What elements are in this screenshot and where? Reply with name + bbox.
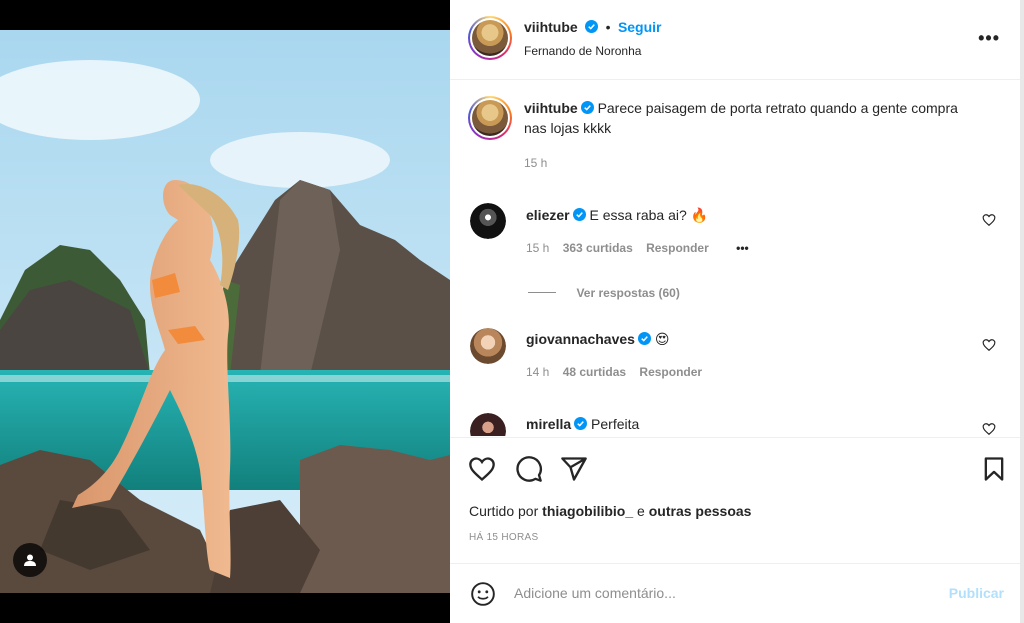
comment-like-icon[interactable] xyxy=(982,338,996,352)
user-tag-icon xyxy=(24,554,36,566)
replies-divider xyxy=(528,292,556,294)
verified-badge-icon xyxy=(574,417,588,430)
comment-time: 14 h xyxy=(526,365,550,379)
comment-like-icon[interactable] xyxy=(982,213,996,227)
comment-item: eliezer E essa raba ai? 🔥 15 h 363 curti… xyxy=(526,205,996,255)
liked-by-user[interactable]: thiagobilibio_ xyxy=(542,503,633,519)
post-media xyxy=(0,0,450,623)
post-photo[interactable] xyxy=(0,30,450,593)
user-tag-button[interactable] xyxy=(13,543,47,577)
comment-username[interactable]: mirella xyxy=(526,416,571,432)
author-username[interactable]: viihtube xyxy=(524,19,578,35)
comment-icon[interactable] xyxy=(515,455,543,483)
comment-item: giovannachaves 😍 14 h 48 curtidas Respon… xyxy=(526,329,996,379)
comment-more-icon[interactable]: ••• xyxy=(736,241,749,255)
comment-text: 😍 xyxy=(654,331,670,347)
caption-time: 15 h xyxy=(524,156,548,170)
comment-item: mirella Perfeita xyxy=(526,414,996,436)
post-actions: Curtido por thiagobilibio_ e outras pess… xyxy=(450,437,1020,563)
heart-icon[interactable] xyxy=(468,455,496,483)
post-header: viihtube • Seguir Fernando de Noronha ••… xyxy=(450,0,1020,80)
comment-username[interactable]: giovannachaves xyxy=(526,331,635,347)
comments-list: viihtube Parece paisagem de porta retrat… xyxy=(450,81,1020,436)
liked-by-conj: e xyxy=(637,503,645,519)
comment-likes[interactable]: 363 curtidas xyxy=(563,241,633,255)
comment-text: E essa raba ai? 🔥 xyxy=(589,207,709,223)
verified-badge-icon xyxy=(580,101,594,114)
post-panel: viihtube • Seguir Fernando de Noronha ••… xyxy=(450,0,1020,623)
add-comment-bar: Adicione um comentário... Publicar xyxy=(450,563,1020,623)
publish-button[interactable]: Publicar xyxy=(949,585,1004,601)
post-location[interactable]: Fernando de Noronha xyxy=(524,44,641,58)
comment-like-icon[interactable] xyxy=(982,422,996,436)
post-timestamp[interactable]: HÁ 15 HORAS xyxy=(469,532,538,543)
more-options-icon[interactable]: ••• xyxy=(978,28,1000,49)
comment-input[interactable]: Adicione um comentário... xyxy=(514,585,914,601)
liked-by-prefix: Curtido por xyxy=(469,503,539,519)
view-replies-label: Ver respostas (60) xyxy=(576,286,680,300)
verified-badge-icon xyxy=(572,208,586,221)
commenter-avatar[interactable] xyxy=(470,328,506,364)
reply-button[interactable]: Responder xyxy=(646,241,709,255)
view-replies-button[interactable]: Ver respostas (60) xyxy=(528,284,680,302)
comment-text: Perfeita xyxy=(591,416,640,432)
liked-by-others[interactable]: outras pessoas xyxy=(649,503,752,519)
commenter-avatar[interactable] xyxy=(470,413,506,436)
scrollbar-edge xyxy=(1020,0,1024,623)
verified-badge-icon xyxy=(585,20,599,33)
commenter-avatar[interactable] xyxy=(470,203,506,239)
separator-dot: • xyxy=(605,19,611,35)
caption: viihtube Parece paisagem de porta retrat… xyxy=(524,98,984,170)
author-line: viihtube • Seguir xyxy=(524,19,662,37)
reply-button[interactable]: Responder xyxy=(639,365,702,379)
comment-time: 15 h xyxy=(526,241,550,255)
follow-button[interactable]: Seguir xyxy=(618,19,662,35)
verified-badge-icon xyxy=(637,332,651,345)
author-avatar[interactable] xyxy=(468,16,512,60)
comment-username[interactable]: eliezer xyxy=(526,207,570,223)
caption-username[interactable]: viihtube xyxy=(524,100,578,116)
share-icon[interactable] xyxy=(560,455,588,483)
bookmark-icon[interactable] xyxy=(980,455,1008,483)
liked-by: Curtido por thiagobilibio_ e outras pess… xyxy=(469,503,751,519)
comment-likes[interactable]: 48 curtidas xyxy=(563,365,626,379)
emoji-icon[interactable] xyxy=(470,581,496,607)
caption-avatar[interactable] xyxy=(468,96,512,140)
